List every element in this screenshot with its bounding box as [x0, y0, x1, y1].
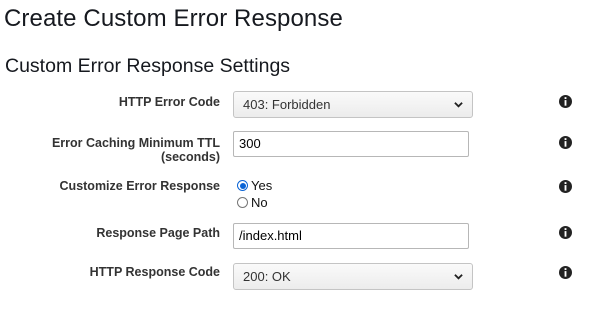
http-error-code-value: 403: Forbidden — [243, 97, 331, 112]
chevron-down-icon — [454, 274, 463, 280]
error-caching-ttl-label-line1: Error Caching Minimum TTL — [51, 136, 220, 150]
radio-yes[interactable] — [237, 180, 248, 191]
radio-yes-label: Yes — [251, 178, 273, 193]
response-page-path-input[interactable]: /index.html — [233, 223, 469, 249]
radio-option-yes[interactable]: Yes — [237, 178, 272, 193]
chevron-down-icon — [454, 102, 463, 108]
http-response-code-label: HTTP Response Code — [89, 265, 220, 279]
radio-option-no[interactable]: No — [237, 195, 268, 210]
info-icon[interactable] — [559, 180, 572, 193]
http-response-code-value: 200: OK — [243, 269, 291, 284]
error-caching-ttl-value: 300 — [239, 136, 261, 151]
http-error-code-select[interactable]: 403: Forbidden — [233, 91, 473, 118]
error-caching-ttl-input[interactable]: 300 — [233, 131, 469, 157]
info-icon[interactable] — [559, 266, 572, 279]
info-icon[interactable] — [559, 226, 572, 239]
customize-error-response-label: Customize Error Response — [59, 179, 220, 193]
radio-no-label: No — [251, 195, 268, 210]
section-title: Custom Error Response Settings — [5, 55, 291, 77]
error-caching-ttl-label: Error Caching Minimum TTL (seconds) — [20, 136, 220, 164]
http-error-code-label: HTTP Error Code — [118, 95, 220, 109]
info-icon[interactable] — [559, 136, 572, 149]
radio-no[interactable] — [237, 197, 248, 208]
info-icon[interactable] — [559, 95, 572, 108]
response-page-path-value: /index.html — [239, 228, 302, 243]
error-caching-ttl-label-line2: (seconds) — [160, 150, 220, 164]
page-title: Create Custom Error Response — [4, 5, 343, 32]
http-response-code-select[interactable]: 200: OK — [233, 263, 473, 290]
response-page-path-label: Response Page Path — [96, 226, 220, 240]
